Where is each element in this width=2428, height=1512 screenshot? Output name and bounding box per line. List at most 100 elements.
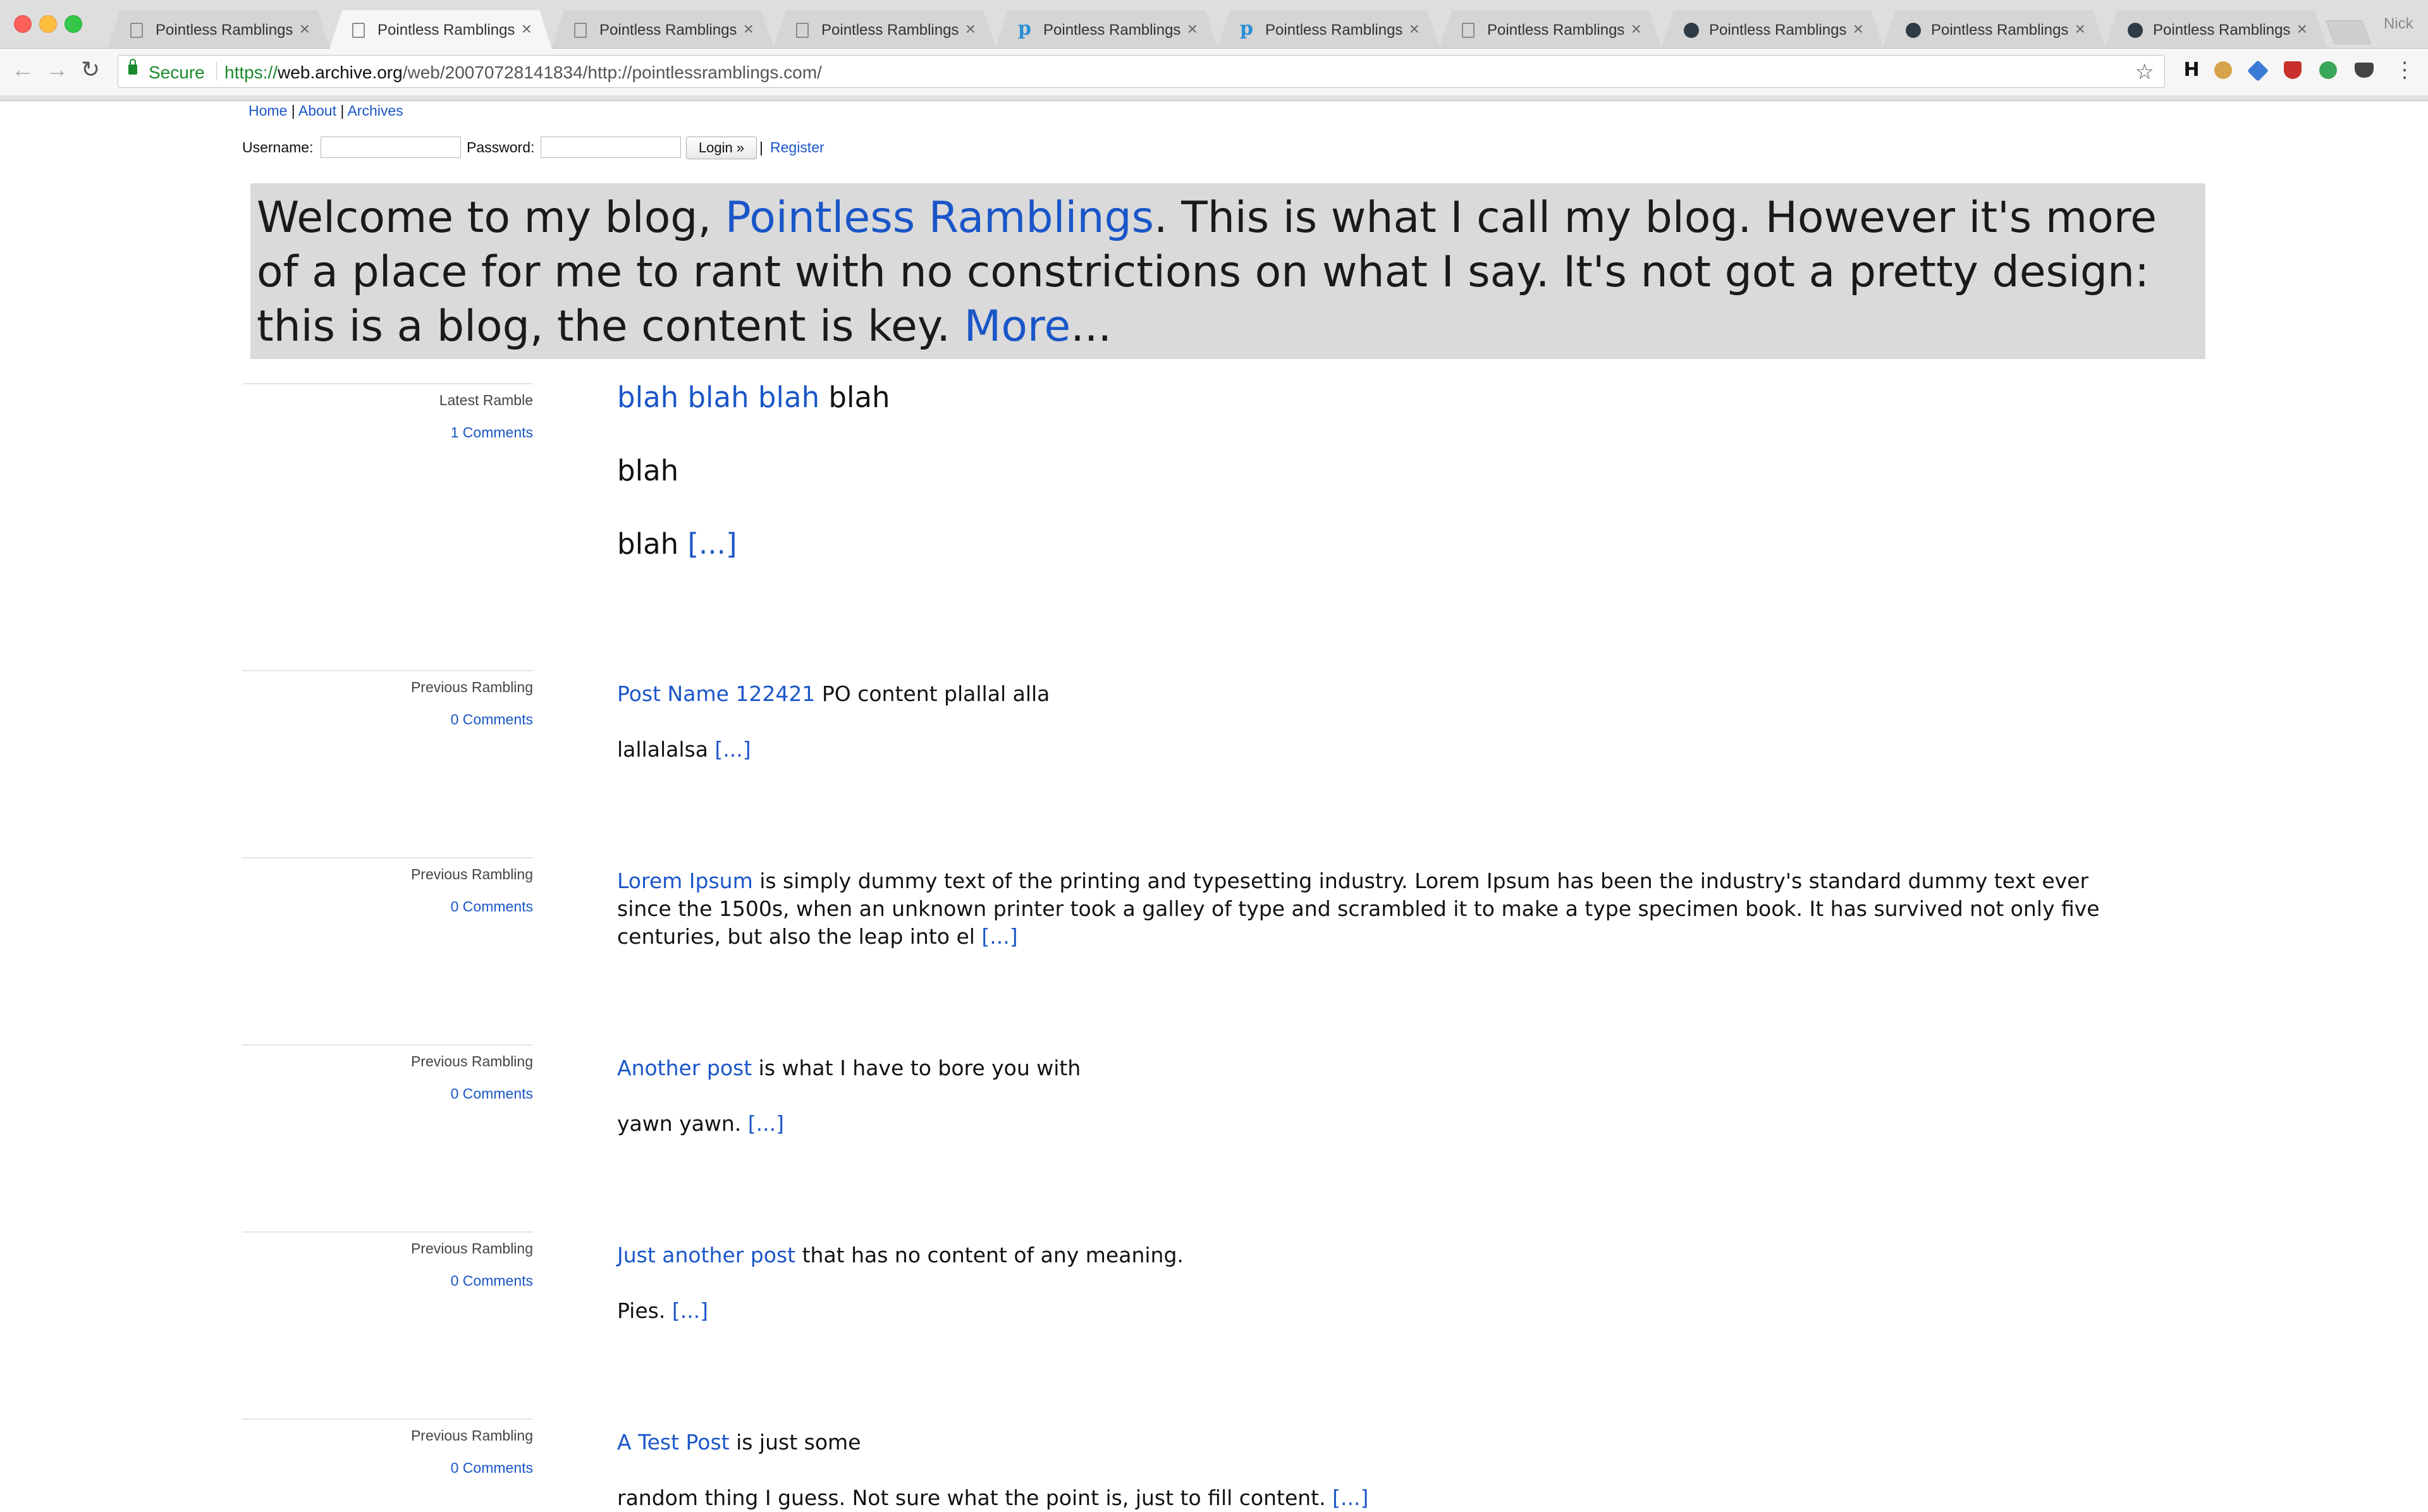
post-body: blah blah blah blah blah blah [...] bbox=[617, 379, 2147, 563]
post-body: A Test Post is just some random thing I g… bbox=[617, 1429, 2147, 1512]
comments-link[interactable]: 0 Comments bbox=[242, 898, 533, 915]
tab-title: Pointless Ramblings bbox=[1487, 21, 1625, 39]
post-lead: Another post is what I have to bore you … bbox=[617, 1054, 2147, 1082]
h-icon[interactable]: H bbox=[2180, 58, 2203, 83]
minimize-window-button[interactable] bbox=[39, 15, 57, 33]
close-tab-icon[interactable]: × bbox=[522, 19, 532, 39]
post-title-link[interactable]: A Test Post bbox=[617, 1430, 730, 1454]
blog-name-link[interactable]: Pointless Ramblings bbox=[725, 193, 1154, 243]
close-tab-icon[interactable]: × bbox=[2297, 19, 2307, 39]
browser-tab[interactable]: Pointless Ramblings × bbox=[107, 10, 330, 48]
post-lead: A Test Post is just some bbox=[617, 1429, 2147, 1456]
read-more-link[interactable]: [...] bbox=[687, 527, 737, 561]
comments-link[interactable]: 0 Comments bbox=[242, 1085, 533, 1102]
post-title-link[interactable]: blah blah blah bbox=[617, 381, 819, 414]
browser-tab[interactable]: Pointless Ramblings × bbox=[1439, 10, 1662, 48]
read-more-link[interactable]: [...] bbox=[714, 737, 751, 762]
pocket-icon[interactable] bbox=[2355, 58, 2377, 83]
password-field[interactable] bbox=[541, 137, 681, 158]
post-title-link[interactable]: Post Name 122421 bbox=[617, 681, 815, 706]
reload-icon[interactable]: ↻ bbox=[81, 56, 100, 83]
close-window-button[interactable] bbox=[14, 15, 32, 33]
comments-link[interactable]: 0 Comments bbox=[242, 1272, 533, 1289]
browser-tab[interactable]: Pointless Ramblings × bbox=[551, 10, 774, 48]
close-tab-icon[interactable]: × bbox=[300, 19, 310, 39]
close-tab-icon[interactable]: × bbox=[744, 19, 754, 39]
post-paragraph: blah bbox=[617, 454, 679, 487]
nav-about-link[interactable]: About bbox=[298, 102, 336, 119]
url-text[interactable]: https://web.archive.org/web/200707281418… bbox=[224, 63, 822, 83]
post-lead: Lorem Ipsum is simply dummy text of the … bbox=[617, 867, 2147, 951]
post-body: Just another post that has no content of… bbox=[617, 1241, 2147, 1325]
nav-home-link[interactable]: Home bbox=[248, 102, 287, 119]
browser-tab[interactable]: Pointless Ramblings × bbox=[2105, 10, 2327, 48]
more-link[interactable]: More bbox=[964, 302, 1071, 351]
address-bar[interactable]: Secure https://web.archive.org/web/20070… bbox=[118, 55, 2165, 88]
close-tab-icon[interactable]: × bbox=[2075, 19, 2085, 39]
close-tab-icon[interactable]: × bbox=[1187, 19, 1198, 39]
nav-archives-link[interactable]: Archives bbox=[347, 102, 403, 119]
bookmark-star-icon[interactable]: ☆ bbox=[2135, 59, 2154, 85]
url-scheme: https:// bbox=[224, 63, 278, 82]
post-paragraph: blah [...] bbox=[617, 526, 2147, 563]
forward-arrow-icon[interactable]: → bbox=[46, 56, 68, 83]
shield-badge-icon[interactable] bbox=[2284, 58, 2307, 83]
post-lead: Post Name 122421 PO content plallal alla bbox=[617, 680, 2147, 708]
post-lead: blah blah blah blah bbox=[617, 379, 2147, 416]
post-title-link[interactable]: Another post bbox=[617, 1056, 752, 1080]
comments-link[interactable]: 0 Comments bbox=[242, 711, 533, 728]
comments-link[interactable]: 0 Comments bbox=[242, 1460, 533, 1477]
read-more-link[interactable]: [...] bbox=[1332, 1485, 1368, 1510]
post-text: is what I have to bore you with bbox=[752, 1056, 1081, 1080]
read-more-link[interactable]: [...] bbox=[981, 924, 1017, 949]
maximize-window-button[interactable] bbox=[64, 15, 82, 33]
username-label: Username: bbox=[242, 139, 314, 155]
post-meta: Previous Rambling 0 Comments bbox=[242, 1418, 533, 1477]
new-tab-button[interactable] bbox=[2326, 20, 2371, 44]
profile-name[interactable]: Nick bbox=[2384, 15, 2413, 33]
comments-link[interactable]: 1 Comments bbox=[242, 424, 533, 441]
close-tab-icon[interactable]: × bbox=[1631, 19, 1641, 39]
tab-title: Pointless Ramblings bbox=[2153, 21, 2291, 39]
document-icon bbox=[352, 23, 365, 38]
browser-tab[interactable]: Pointless Ramblings × bbox=[329, 10, 552, 49]
site-nav: Home | About | Archives bbox=[248, 102, 403, 119]
post-meta: Previous Rambling 0 Comments bbox=[242, 670, 533, 728]
close-tab-icon[interactable]: × bbox=[966, 19, 976, 39]
post-title-link[interactable]: Lorem Ipsum bbox=[617, 869, 753, 893]
url-host: web.archive.org bbox=[278, 63, 403, 82]
post-paragraph: Pies. [...] bbox=[617, 1297, 2147, 1325]
close-tab-icon[interactable]: × bbox=[1409, 19, 1419, 39]
read-more-link[interactable]: [...] bbox=[672, 1298, 708, 1323]
post-kind-label: Previous Rambling bbox=[410, 1053, 533, 1070]
username-field[interactable] bbox=[321, 137, 461, 158]
browser-tab[interactable]: p Pointless Ramblings × bbox=[1217, 10, 1440, 48]
login-button[interactable]: Login » bbox=[686, 137, 757, 159]
post-kind-label: Previous Rambling bbox=[410, 1240, 533, 1257]
hero-text: Welcome to my blog, bbox=[257, 193, 725, 243]
welcome-banner: Welcome to my blog, Pointless Ramblings.… bbox=[250, 183, 2205, 359]
back-arrow-icon[interactable]: ← bbox=[11, 56, 34, 83]
document-icon bbox=[796, 23, 809, 38]
archive-logo-icon bbox=[1684, 23, 1699, 38]
tab-title: Pointless Ramblings bbox=[1709, 21, 1847, 39]
archive-logo-icon bbox=[1906, 23, 1921, 38]
more-menu-icon[interactable]: ⋮ bbox=[2394, 58, 2415, 83]
cookie-icon[interactable] bbox=[2214, 58, 2237, 83]
read-more-link[interactable]: [...] bbox=[748, 1111, 784, 1136]
document-icon bbox=[1462, 23, 1475, 38]
browser-tab[interactable]: Pointless Ramblings × bbox=[1661, 10, 1884, 48]
close-tab-icon[interactable]: × bbox=[1853, 19, 1863, 39]
green-badge-icon[interactable] bbox=[2319, 58, 2342, 83]
browser-tab[interactable]: p Pointless Ramblings × bbox=[995, 10, 1218, 48]
register-link[interactable]: Register bbox=[770, 139, 825, 156]
post-meta: Previous Rambling 0 Comments bbox=[242, 857, 533, 915]
post-paragraph: lallalalsa [...] bbox=[617, 736, 2147, 764]
post-title-link[interactable]: Just another post bbox=[617, 1243, 795, 1267]
post-text: lallalalsa bbox=[617, 737, 715, 762]
browser-tab[interactable]: Pointless Ramblings × bbox=[1883, 10, 2106, 48]
post-kind-label: Previous Rambling bbox=[410, 866, 533, 882]
blue-ext-icon[interactable] bbox=[2247, 58, 2271, 83]
post-text: random thing I guess. Not sure what the … bbox=[617, 1485, 1333, 1510]
browser-tab[interactable]: Pointless Ramblings × bbox=[773, 10, 996, 48]
